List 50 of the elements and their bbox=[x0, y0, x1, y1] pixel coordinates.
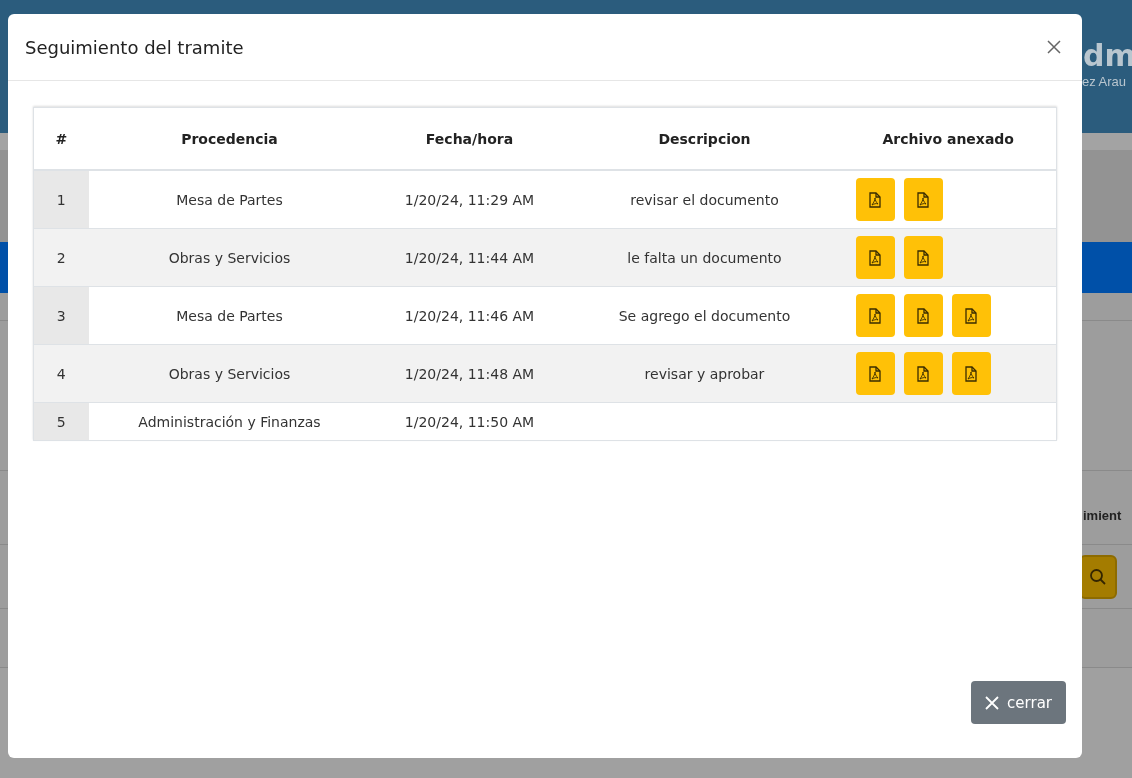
table-cell: Administración y Finanzas bbox=[88, 402, 371, 441]
column-header: Fecha/hora bbox=[370, 107, 569, 170]
dialog-title: Seguimiento del tramite bbox=[25, 36, 244, 58]
pdf-file-icon bbox=[917, 365, 929, 382]
pdf-file-icon bbox=[917, 191, 929, 208]
pdf-button[interactable] bbox=[951, 294, 991, 337]
pdf-button[interactable] bbox=[855, 294, 895, 337]
close-dialog-button[interactable]: cerrar bbox=[971, 681, 1066, 724]
search-icon bbox=[1089, 567, 1107, 586]
pdf-button[interactable] bbox=[903, 178, 943, 221]
pdf-file-icon bbox=[869, 365, 881, 382]
table-cell: Mesa de Partes bbox=[88, 286, 371, 345]
pdf-file-icon bbox=[869, 249, 881, 266]
row-number: 2 bbox=[33, 228, 89, 287]
pdf-button[interactable] bbox=[903, 294, 943, 337]
pdf-file-icon bbox=[965, 365, 977, 382]
pdf-button[interactable] bbox=[855, 178, 895, 221]
close-icon bbox=[1047, 40, 1061, 54]
row-number: 1 bbox=[33, 170, 89, 229]
column-header: Procedencia bbox=[88, 107, 371, 170]
row-number: 4 bbox=[33, 344, 89, 403]
table-cell: 1/20/24, 11:29 AM bbox=[370, 170, 569, 229]
pdf-button[interactable] bbox=[903, 352, 943, 395]
table-cell: revisar y aprobar bbox=[568, 344, 841, 403]
close-icon bbox=[985, 695, 1000, 710]
column-header: Archivo anexado bbox=[840, 107, 1057, 170]
table-cell: 1/20/24, 11:48 AM bbox=[370, 344, 569, 403]
pdf-button[interactable] bbox=[903, 236, 943, 279]
pdf-file-icon bbox=[965, 307, 977, 324]
row-number: 5 bbox=[33, 402, 89, 441]
user-name: ez Arau bbox=[1082, 74, 1128, 89]
table-cell: le falta un documento bbox=[568, 228, 841, 287]
pdf-file-icon bbox=[917, 307, 929, 324]
table-cell: 1/20/24, 11:50 AM bbox=[370, 402, 569, 441]
column-header: imient bbox=[1083, 508, 1122, 523]
row-number: 3 bbox=[33, 286, 89, 345]
pdf-file-icon bbox=[869, 307, 881, 324]
table-cell: 1/20/24, 11:44 AM bbox=[370, 228, 569, 287]
table-cell: Obras y Servicios bbox=[88, 228, 371, 287]
table-cell: Mesa de Partes bbox=[88, 170, 371, 229]
pdf-file-icon bbox=[917, 249, 929, 266]
table-cell: revisar el documento bbox=[568, 170, 841, 229]
column-header: Descripcion bbox=[568, 107, 841, 170]
table-cell: 1/20/24, 11:46 AM bbox=[370, 286, 569, 345]
table-cell: Obras y Servicios bbox=[88, 344, 371, 403]
table-cell: Se agrego el documento bbox=[568, 286, 841, 345]
pdf-file-icon bbox=[869, 191, 881, 208]
pdf-button[interactable] bbox=[855, 352, 895, 395]
pdf-button[interactable] bbox=[951, 352, 991, 395]
pdf-button[interactable] bbox=[855, 236, 895, 279]
